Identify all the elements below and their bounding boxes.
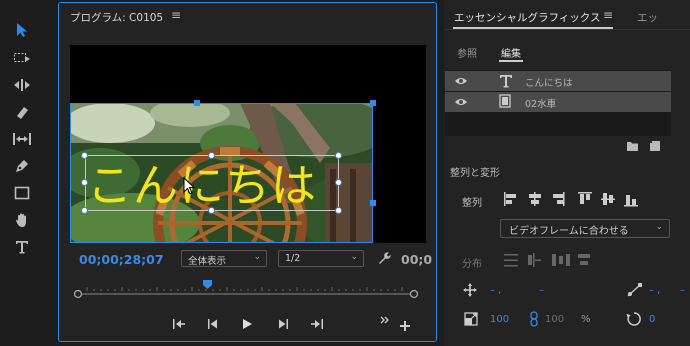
layer-row[interactable]: 02水車 — [445, 92, 671, 112]
scale-icon — [464, 312, 478, 326]
playhead-marker[interactable] — [203, 280, 212, 289]
timeline-ruler[interactable] — [73, 285, 419, 299]
link-icon[interactable] — [530, 311, 538, 327]
essential-graphics-panel: エッセンシャルグラフィックス ≡ エッ 参照 編集 こんにちは 02水車 整列と… — [444, 0, 690, 346]
chevron-down-icon: ⌄ — [350, 252, 358, 262]
text-handle[interactable] — [81, 152, 88, 159]
text-handle[interactable] — [335, 179, 342, 186]
go-to-out-icon[interactable] — [308, 315, 326, 333]
layer-actions — [627, 141, 660, 151]
frame-handle[interactable] — [194, 100, 200, 106]
distribute-spacing-h-icon — [552, 254, 570, 266]
layer-name: こんにちは — [525, 78, 573, 89]
distribute-spacing-v-icon — [578, 254, 590, 265]
wrench-icon[interactable] — [377, 251, 391, 265]
layer-name: 02水車 — [525, 99, 557, 110]
layer-list: こんにちは 02水車 — [445, 70, 671, 136]
resolution-select[interactable]: 1/2 ⌄ — [278, 250, 364, 267]
distribute-toolbar — [504, 253, 590, 267]
text-layer-icon — [500, 75, 512, 88]
tab-essential-sound[interactable]: エッ — [637, 10, 658, 25]
frame-handle[interactable] — [370, 200, 376, 206]
play-icon[interactable] — [238, 315, 256, 333]
distribute-v-icon — [528, 253, 541, 267]
align-right-icon — [553, 192, 565, 206]
chevron-down-icon: ⌄ — [253, 252, 261, 262]
align-top-icon — [578, 192, 592, 204]
text-handle[interactable] — [335, 207, 342, 214]
program-header: プログラム: C0105 ≡ — [59, 3, 436, 29]
align-left-icon — [504, 192, 516, 206]
tab-browse[interactable]: 参照 — [457, 45, 477, 60]
go-to-in-icon[interactable] — [170, 315, 188, 333]
anchor-x-value[interactable]: – , — [649, 285, 660, 296]
rotation-value[interactable]: 0 — [649, 314, 655, 325]
timecode-row: 00;00;28;07 全体表示 ⌄ 1/2 ⌄ 00;0 — [59, 249, 436, 271]
eye-icon[interactable] — [454, 97, 468, 107]
align-to-select-value: ビデオフレームに合わせる — [509, 226, 629, 237]
align-bottom-icon — [624, 195, 638, 207]
align-center-h-icon — [529, 192, 541, 206]
distribute-label: 分布 — [462, 259, 482, 270]
align-to-select[interactable]: ビデオフレームに合わせる ⌄ — [500, 219, 670, 238]
new-group-icon — [627, 142, 638, 151]
more-controls-icon[interactable] — [376, 311, 394, 329]
layer-row[interactable]: こんにちは — [445, 71, 671, 91]
mouse-cursor-icon — [183, 177, 196, 195]
video-viewer[interactable]: こんにちは — [70, 45, 426, 243]
section-title: 整列と変形 — [450, 168, 500, 179]
step-back-icon[interactable] — [204, 315, 222, 333]
film-icon — [499, 94, 511, 108]
slip-tool-icon[interactable] — [6, 128, 38, 150]
ripple-edit-tool-icon[interactable] — [6, 74, 38, 96]
type-tool-icon[interactable] — [6, 236, 38, 258]
new-layer-icon — [650, 141, 660, 151]
program-panel-title[interactable]: プログラム: C0105 — [70, 10, 163, 25]
text-handle[interactable] — [81, 207, 88, 214]
zoom-select-value: 全体表示 — [188, 256, 227, 267]
program-monitor-panel: プログラム: C0105 ≡ こんにちは 00;00;28;07 全体表示 ⌄ … — [58, 2, 437, 342]
align-center-v-icon — [601, 193, 615, 205]
hand-tool-icon[interactable] — [6, 209, 38, 231]
scale-width-value: 100 — [545, 314, 565, 325]
rotation-icon — [626, 312, 641, 326]
tools-panel — [0, 0, 44, 346]
position-x-value[interactable]: – , — [490, 285, 501, 296]
active-subtab-indicator — [499, 60, 523, 62]
align-toolbar — [504, 192, 638, 207]
percent-label: % — [581, 314, 591, 325]
pen-tool-icon[interactable] — [6, 155, 38, 177]
panel-menu-icon[interactable]: ≡ — [171, 8, 181, 22]
zoom-select[interactable]: 全体表示 ⌄ — [181, 250, 267, 267]
text-handle[interactable] — [81, 179, 88, 186]
scale-value[interactable]: 100 — [490, 314, 509, 325]
playhead-timecode[interactable]: 00;00;28;07 — [79, 252, 164, 267]
text-handle[interactable] — [335, 152, 342, 159]
tab-edit[interactable]: 編集 — [501, 45, 521, 60]
duration-timecode: 00;0 — [401, 252, 433, 267]
text-handle[interactable] — [208, 152, 215, 159]
transport-controls — [59, 315, 436, 335]
divider — [444, 29, 690, 30]
razor-tool-icon[interactable] — [6, 101, 38, 123]
selection-tool-icon[interactable] — [6, 19, 38, 41]
add-button-icon[interactable] — [396, 317, 414, 335]
position-icon — [463, 283, 477, 297]
step-forward-icon[interactable] — [274, 315, 292, 333]
frame-handle[interactable] — [370, 100, 376, 106]
rectangle-tool-icon[interactable] — [6, 182, 38, 204]
resolution-select-value: 1/2 — [285, 253, 301, 264]
anchor-point-icon — [627, 283, 642, 297]
distribute-h-icon — [504, 254, 518, 267]
align-label: 整列 — [462, 198, 482, 209]
panel-menu-icon[interactable]: ≡ — [603, 8, 613, 22]
position-y-value[interactable]: – — [539, 285, 544, 296]
chevron-down-icon: ⌄ — [655, 222, 663, 232]
eye-icon[interactable] — [454, 76, 468, 86]
essential-graphics-title[interactable]: エッセンシャルグラフィックス — [454, 10, 600, 25]
anchor-y-value[interactable]: – — [680, 285, 685, 296]
text-handle[interactable] — [208, 207, 215, 214]
video-overlay-text[interactable]: こんにちは — [87, 149, 317, 214]
track-select-tool-icon[interactable] — [6, 47, 38, 69]
